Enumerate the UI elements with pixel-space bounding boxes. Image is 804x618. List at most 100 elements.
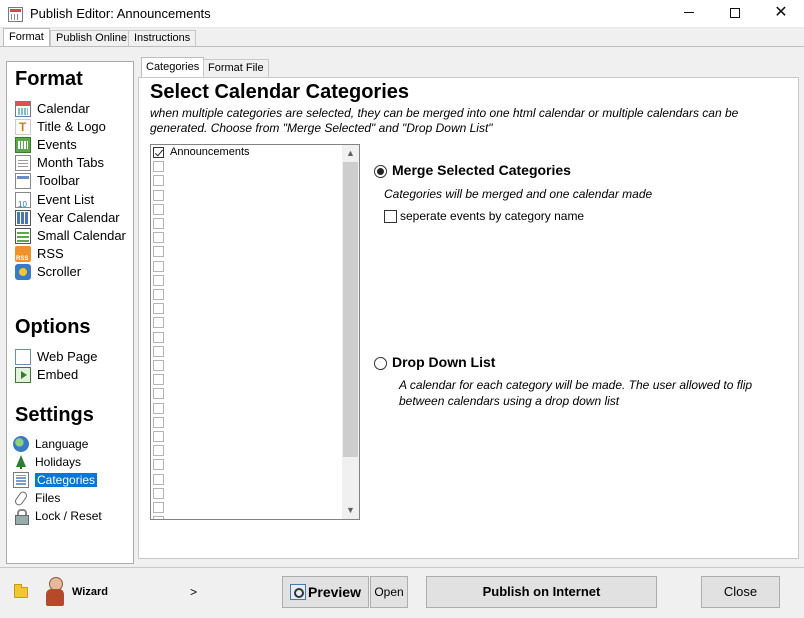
category-checkbox[interactable] [153,416,164,428]
sidebar-item-web-page[interactable]: Web Page [15,348,97,366]
list-item[interactable] [153,430,170,444]
list-item[interactable] [153,387,170,401]
category-checkbox[interactable] [153,331,164,343]
category-checkbox[interactable] [153,232,164,244]
sidebar-item-year-calendar[interactable]: Year Calendar [15,209,120,227]
category-checkbox[interactable] [153,175,164,187]
sidebar-item-categories[interactable]: Categories [13,471,98,489]
category-checkbox[interactable] [153,487,164,499]
scrollbar-thumb[interactable] [343,162,358,457]
category-checkbox[interactable] [153,203,164,215]
tab-format[interactable]: Format [3,28,50,47]
tab-instructions[interactable]: Instructions [128,30,197,47]
preview-button[interactable]: Preview [282,576,369,608]
list-item[interactable] [153,416,170,430]
separate-events-checkbox[interactable] [384,210,397,223]
tab-format-file[interactable]: Format File [203,59,269,77]
tab-publish-online[interactable]: Publish Online [50,30,133,47]
list-item[interactable] [153,231,170,245]
list-item[interactable] [153,359,170,373]
publish-on-internet-button[interactable]: Publish on Internet [426,576,657,608]
list-item[interactable] [153,160,170,174]
sidebar-item-event-list[interactable]: Event List [15,191,94,214]
open-button[interactable]: Open [370,576,408,608]
page-description: when multiple categories are selected, t… [150,106,739,135]
list-item[interactable] [153,473,170,487]
category-checkbox[interactable] [153,473,164,485]
list-scrollbar[interactable]: ▲ ▼ [342,145,359,519]
list-item[interactable] [153,501,170,515]
sidebar-item-month-tabs[interactable]: Month Tabs [15,154,104,172]
sidebar-item-rss[interactable]: RSS [15,245,64,268]
maximize-button[interactable] [712,0,758,28]
list-item[interactable] [153,189,170,203]
category-checkbox[interactable] [153,402,164,414]
category-checkbox[interactable] [153,516,164,519]
list-item[interactable] [153,316,170,330]
close-button[interactable]: Close [701,576,780,608]
merge-selected-radio[interactable] [374,165,387,178]
sidebar-item-holidays[interactable]: Holidays [13,453,81,471]
wizard-icon[interactable] [44,577,66,607]
list-item[interactable] [153,288,170,302]
list-item[interactable] [153,373,170,387]
list-item[interactable] [153,345,170,359]
list-item[interactable] [153,245,170,259]
scroll-down-button[interactable]: ▼ [342,502,359,519]
drop-down-list-label[interactable]: Drop Down List [392,354,495,370]
toolbar-icon [15,173,31,189]
list-item[interactable] [153,444,170,458]
sidebar-item-scroller[interactable]: Scroller [15,263,81,281]
drop-down-list-radio[interactable] [374,357,387,370]
list-item[interactable] [153,217,170,231]
category-checkbox[interactable] [153,246,164,258]
tab-categories[interactable]: Categories [141,57,205,78]
category-checkbox[interactable] [153,445,164,457]
sidebar-item-embed[interactable]: Embed [15,366,78,384]
category-checkbox[interactable] [153,147,164,158]
category-checkbox[interactable] [153,218,164,229]
category-checkbox[interactable] [153,189,164,201]
list-item[interactable] [153,274,170,288]
scroll-up-button[interactable]: ▲ [342,145,359,162]
category-checkbox[interactable] [153,360,164,371]
minimize-button[interactable] [666,0,712,28]
category-checkbox[interactable] [153,317,164,329]
category-checkbox[interactable] [153,289,164,300]
list-item[interactable] [153,302,170,316]
list-item[interactable] [153,260,170,274]
category-checkbox[interactable] [153,431,164,442]
category-list[interactable]: ▲ ▼ Announcements [150,144,360,520]
category-checkbox[interactable] [153,374,164,386]
folder-icon[interactable] [14,584,28,598]
category-checkbox[interactable] [153,388,164,400]
sidebar-item-calendar[interactable]: Calendar [15,100,90,118]
category-checkbox[interactable] [153,260,164,272]
sidebar-item-events[interactable]: Events [15,136,77,154]
close-window-button[interactable]: ✕ [758,0,804,28]
sidebar-item-toolbar[interactable]: Toolbar [15,172,80,190]
list-item[interactable] [153,458,170,472]
list-item[interactable] [153,487,170,501]
separate-events-label[interactable]: seperate events by category name [400,209,584,223]
sidebar-item-title-logo[interactable]: Title & Logo [15,118,106,136]
sidebar-item-lock-reset[interactable]: Lock / Reset [13,507,102,525]
category-checkbox[interactable] [153,303,164,315]
sidebar-item-files[interactable]: Files [13,489,60,507]
sidebar-item-language[interactable]: Language [13,435,88,453]
wizard-arrow[interactable]: > [190,585,197,599]
list-item[interactable] [153,203,170,217]
category-checkbox[interactable] [153,345,164,357]
list-item[interactable] [153,331,170,345]
category-checkbox[interactable] [153,274,164,286]
list-item[interactable] [153,515,170,519]
category-checkbox[interactable] [153,161,164,173]
sidebar-item-small-calendar[interactable]: Small Calendar [15,227,126,245]
list-item[interactable] [153,174,170,188]
wizard-label[interactable]: Wizard [72,586,108,598]
category-checkbox[interactable] [153,459,164,471]
merge-selected-label[interactable]: Merge Selected Categories [392,162,571,178]
list-item[interactable] [153,402,170,416]
list-item[interactable]: Announcements [153,146,250,160]
category-checkbox[interactable] [153,502,164,513]
